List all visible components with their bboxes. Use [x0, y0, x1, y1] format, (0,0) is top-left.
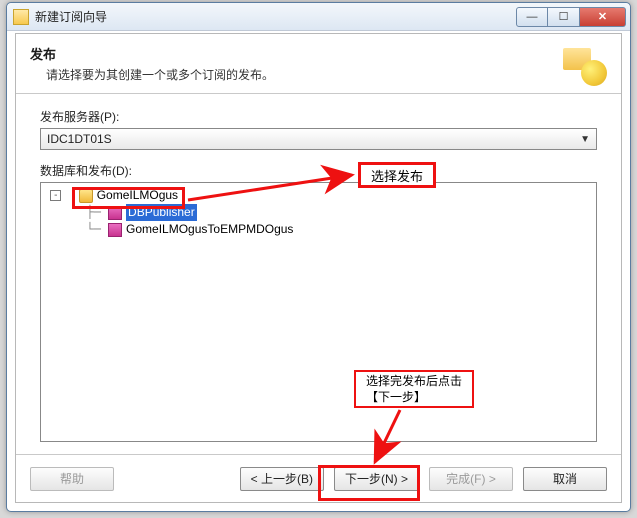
tree-item-label: GomeILMOgusToEMPMDOgus — [126, 221, 293, 238]
wizard-footer: 帮助 < 上一步(B) 下一步(N) > 完成(F) > 取消 — [16, 454, 621, 502]
minimize-button[interactable]: — — [516, 7, 548, 27]
back-button[interactable]: < 上一步(B) — [240, 467, 324, 491]
tree-item[interactable]: ├─ DBPublisher — [43, 204, 594, 221]
database-icon — [79, 189, 93, 203]
window-title: 新建订阅向导 — [35, 8, 516, 25]
wizard-header: 发布 请选择要为其创建一个或多个订阅的发布。 — [16, 34, 621, 94]
publisher-value: IDC1DT01S — [47, 132, 112, 146]
publisher-label: 发布服务器(P): — [40, 108, 597, 125]
annotation-callout-1: 选择发布 — [358, 162, 436, 188]
wizard-icon — [563, 42, 607, 86]
client-area: 发布 请选择要为其创建一个或多个订阅的发布。 发布服务器(P): IDC1DT0… — [15, 33, 622, 503]
publication-icon — [108, 223, 122, 237]
page-subtitle: 请选择要为其创建一个或多个订阅的发布。 — [46, 66, 274, 83]
tree-root[interactable]: - GomeILMOgus — [43, 187, 594, 204]
publication-icon — [108, 206, 122, 220]
collapse-icon[interactable]: - — [50, 190, 61, 201]
next-button[interactable]: 下一步(N) > — [334, 467, 419, 491]
help-button[interactable]: 帮助 — [30, 467, 114, 491]
page-title: 发布 — [30, 44, 274, 63]
publication-tree[interactable]: - GomeILMOgus ├─ DBPublisher └─ GomeILMO… — [40, 182, 597, 442]
cancel-button[interactable]: 取消 — [523, 467, 607, 491]
window-buttons: — ☐ ✕ — [516, 7, 626, 27]
finish-button: 完成(F) > — [429, 467, 513, 491]
titlebar[interactable]: 新建订阅向导 — ☐ ✕ — [7, 3, 630, 31]
tree-root-label: GomeILMOgus — [97, 187, 178, 204]
wizard-window: 新建订阅向导 — ☐ ✕ 发布 请选择要为其创建一个或多个订阅的发布。 发布服务… — [6, 2, 631, 512]
wizard-body: 发布服务器(P): IDC1DT01S ▼ 数据库和发布(D): - GomeI… — [16, 94, 621, 454]
close-button[interactable]: ✕ — [580, 7, 626, 27]
app-icon — [13, 9, 29, 25]
maximize-button[interactable]: ☐ — [548, 7, 580, 27]
tree-item[interactable]: └─ GomeILMOgusToEMPMDOgus — [43, 221, 594, 238]
publisher-combo[interactable]: IDC1DT01S ▼ — [40, 128, 597, 150]
annotation-callout-2: 选择完发布后点击 【下一步】 — [354, 370, 474, 408]
chevron-down-icon: ▼ — [580, 134, 590, 145]
tree-label: 数据库和发布(D): — [40, 162, 597, 179]
tree-item-label: DBPublisher — [126, 204, 197, 221]
